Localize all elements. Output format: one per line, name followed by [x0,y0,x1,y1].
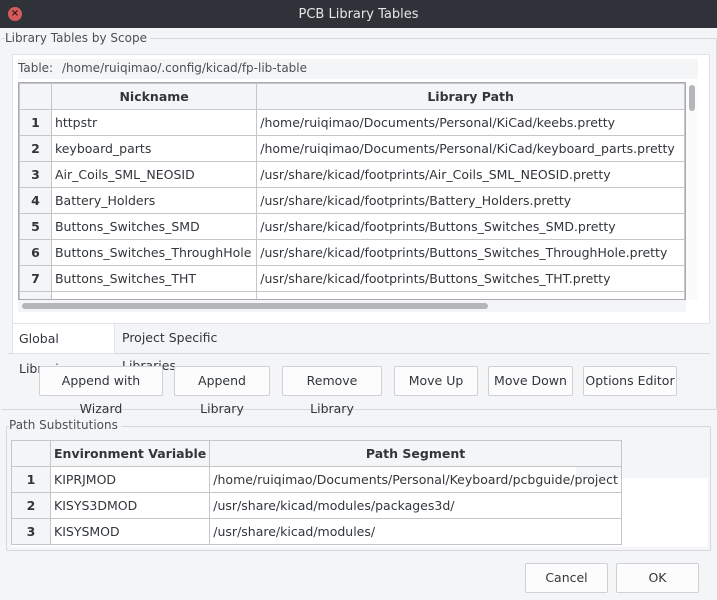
append-with-wizard-button[interactable]: Append with Wizard [39,366,163,416]
environment-variable-cell[interactable]: KISYS3DMOD [49,492,211,519]
move-down-button[interactable]: Move Down [488,366,573,396]
table-row[interactable] [19,291,685,299]
row-number[interactable]: 2 [11,492,51,519]
table-path-row: Table: /home/ruiqimao/.config/kicad/fp-l… [18,59,698,79]
row-number[interactable]: 4 [19,187,52,214]
grid-corner [19,83,52,110]
options-editor-button[interactable]: Options Editor [583,366,677,396]
vertical-scrollbar[interactable] [686,82,698,300]
library-tables-group-label: Library Tables by Scope [5,31,150,45]
table-row[interactable]: 2 keyboard_parts /home/ruiqimao/Document… [19,135,685,162]
nickname-cell[interactable]: keyboard_parts [50,135,258,162]
environment-variable-cell[interactable]: KISYSMOD [49,518,211,545]
library-path-cell[interactable]: /usr/share/kicad/footprints/Buttons_Swit… [256,239,685,266]
remove-library-button[interactable]: Remove Library [282,366,382,416]
table-row[interactable]: 7 Buttons_Switches_THT /usr/share/kicad/… [19,265,685,292]
library-path-cell[interactable]: /home/ruiqimao/Documents/Personal/KiCad/… [256,109,685,136]
horizontal-scrollbar-thumb[interactable] [22,303,488,309]
path-segment-cell[interactable]: /usr/share/kicad/modules/packages3d/ [209,492,622,519]
append-library-button[interactable]: Append Library [174,366,270,416]
table-row[interactable]: 2 KISYS3DMOD /usr/share/kicad/modules/pa… [11,492,622,519]
table-row[interactable]: 4 Battery_Holders /usr/share/kicad/footp… [19,187,685,214]
row-number[interactable]: 3 [19,161,52,188]
library-path-cell[interactable]: /home/ruiqimao/Documents/Personal/KiCad/… [256,135,685,162]
column-header-library-path[interactable]: Library Path [256,83,685,110]
horizontal-scrollbar[interactable] [18,300,686,312]
library-path-cell[interactable]: /usr/share/kicad/footprints/Buttons_Swit… [256,265,685,292]
column-header-environment-variable[interactable]: Environment Variable [49,440,211,467]
environment-variable-cell[interactable]: KIPRJMOD [49,466,211,493]
move-up-button[interactable]: Move Up [394,366,478,396]
nickname-cell[interactable]: Battery_Holders [50,187,258,214]
row-number[interactable]: 1 [11,466,51,493]
library-path-cell[interactable]: /usr/share/kicad/footprints/Battery_Hold… [256,187,685,214]
table-path-value: /home/ruiqimao/.config/kicad/fp-lib-tabl… [62,61,308,75]
path-substitutions-group-label: Path Substitutions [9,418,121,432]
table-row[interactable]: 3 Air_Coils_SML_NEOSID /usr/share/kicad/… [19,161,685,188]
row-number[interactable]: 2 [19,135,52,162]
title-bar: × PCB Library Tables [0,0,717,28]
row-number[interactable] [19,291,52,299]
window-title: PCB Library Tables [298,7,419,22]
path-segment-cell[interactable]: /home/ruiqimao/Documents/Personal/Keyboa… [209,466,622,493]
nickname-cell[interactable]: Buttons_Switches_ThroughHole [50,239,258,266]
row-number[interactable]: 3 [11,518,51,545]
grid-corner [11,440,51,467]
table-row[interactable]: 6 Buttons_Switches_ThroughHole /usr/shar… [19,239,685,266]
table-path-label: Table: [18,61,54,75]
column-header-nickname[interactable]: Nickname [50,83,258,110]
nickname-cell[interactable] [50,291,258,299]
library-path-cell[interactable]: /usr/share/kicad/footprints/Air_Coils_SM… [256,161,685,188]
table-row[interactable]: 5 Buttons_Switches_SMD /usr/share/kicad/… [19,213,685,240]
vertical-scrollbar-thumb[interactable] [689,85,695,111]
row-number[interactable]: 5 [19,213,52,240]
table-row[interactable]: 1 httpstr /home/ruiqimao/Documents/Perso… [19,109,685,136]
nickname-cell[interactable]: Air_Coils_SML_NEOSID [50,161,258,188]
library-path-cell[interactable] [256,291,685,299]
library-grid[interactable]: Nickname Library Path 1 httpstr /home/ru… [18,82,686,300]
library-path-cell[interactable]: /usr/share/kicad/footprints/Buttons_Swit… [256,213,685,240]
row-number[interactable]: 1 [19,109,52,136]
ok-button[interactable]: OK [616,563,699,593]
nickname-cell[interactable]: httpstr [50,109,258,136]
nickname-cell[interactable]: Buttons_Switches_THT [50,265,258,292]
cancel-button[interactable]: Cancel [525,563,608,593]
table-row[interactable]: 1 KIPRJMOD /home/ruiqimao/Documents/Pers… [11,466,622,493]
row-number[interactable]: 6 [19,239,52,266]
table-row[interactable]: 3 KISYSMOD /usr/share/kicad/modules/ [11,518,622,545]
column-header-path-segment[interactable]: Path Segment [209,440,622,467]
path-segment-cell[interactable]: /usr/share/kicad/modules/ [209,518,622,545]
path-substitutions-grid[interactable]: Environment Variable Path Segment 1 KIPR… [11,440,708,547]
nickname-cell[interactable]: Buttons_Switches_SMD [50,213,258,240]
tab-project-specific-libraries[interactable]: Project Specific Libraries [116,324,276,373]
row-number[interactable]: 7 [19,265,52,292]
tab-global-libraries[interactable]: Global Libraries [12,324,115,376]
